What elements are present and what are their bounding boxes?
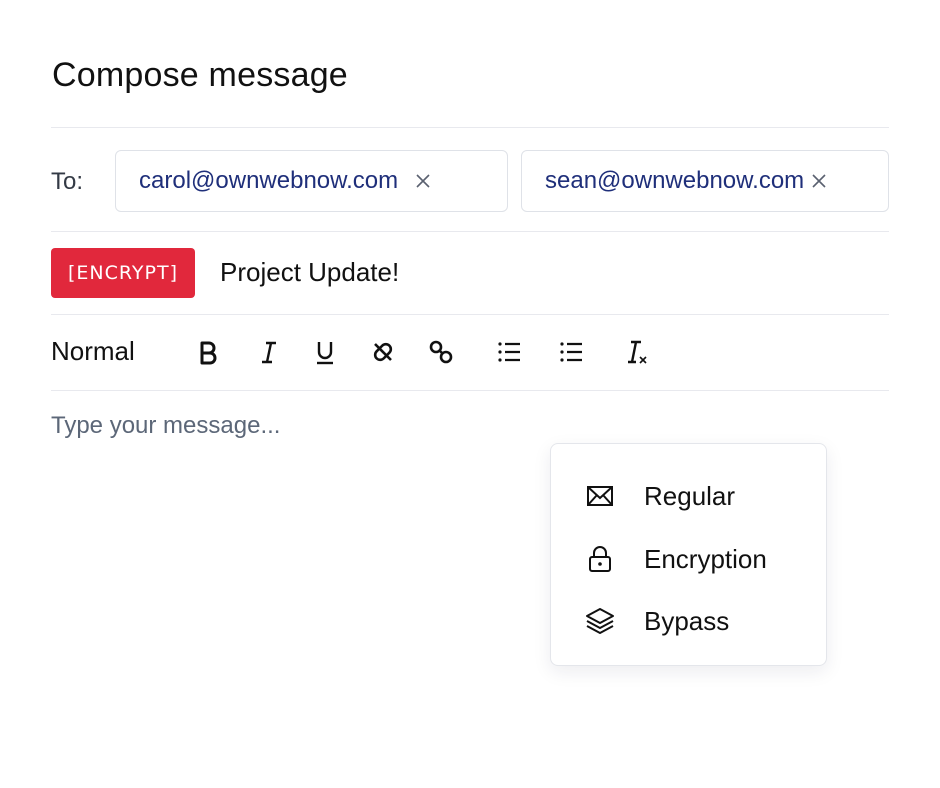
menu-item-label: Regular [644,480,736,511]
menu-item-label: Bypass [644,605,730,636]
ordered-list-button[interactable] [491,334,527,370]
italic-icon [262,341,276,364]
menu-item-encryption[interactable]: Encryption [551,533,826,585]
close-icon [416,174,430,188]
bullet-list-icon [560,342,582,362]
recipient-chip[interactable]: carol@ownwebnow.com [115,150,508,212]
bold-icon [200,341,217,365]
divider [51,231,889,232]
remove-recipient-button[interactable] [412,170,434,192]
envelope-icon [587,486,613,506]
bold-button[interactable] [190,334,226,370]
close-icon [812,174,826,188]
clear-format-icon [628,340,647,364]
to-label: To: [51,168,84,195]
recipient-chip[interactable]: sean@ownwebnow.com [521,150,889,212]
link-button[interactable] [423,334,459,370]
compose-title: Compose message [52,56,348,94]
divider [51,390,889,391]
ordered-list-icon [498,342,520,362]
underline-button[interactable] [307,334,343,370]
menu-item-bypass[interactable]: Bypass [551,595,826,647]
strikethrough-icon [373,342,393,362]
divider [51,314,889,315]
strikethrough-button[interactable] [365,334,401,370]
format-select[interactable]: Normal [51,336,135,367]
remove-recipient-button[interactable] [808,170,830,192]
underline-icon [317,342,333,365]
menu-item-label: Encryption [644,543,767,574]
subject-text[interactable]: Project Update! [220,257,399,288]
link-icon [429,340,453,364]
send-mode-menu: Regular Encryption Bypass [550,443,827,666]
lock-icon [589,546,611,572]
menu-item-regular[interactable]: Regular [551,470,826,522]
recipient-email: sean@ownwebnow.com [545,167,805,194]
clear-format-button[interactable] [617,334,653,370]
divider [51,127,889,128]
bullet-list-button[interactable] [553,334,589,370]
recipient-email: carol@ownwebnow.com [139,167,399,194]
layers-icon [586,608,614,634]
italic-button[interactable] [251,334,287,370]
encrypt-tag-badge[interactable]: [ENCRYPT] [51,248,195,298]
